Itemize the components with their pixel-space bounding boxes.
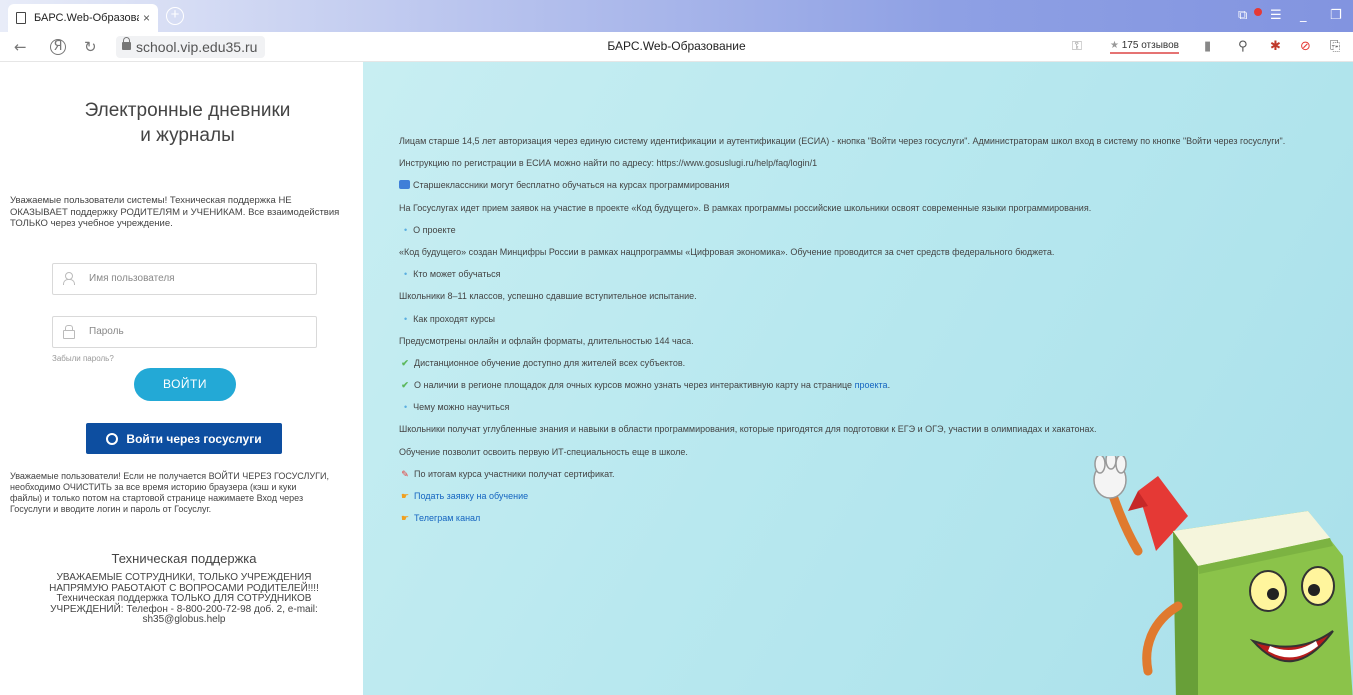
student-emoji-icon xyxy=(399,180,410,190)
info-bullet: • О проекте xyxy=(399,225,1349,247)
reviews-link[interactable]: ★ 175 отзывов xyxy=(1110,40,1179,54)
gosuslugi-login-button[interactable]: Войти через госуслуги xyxy=(86,423,282,454)
password-field[interactable]: Пароль xyxy=(52,316,317,348)
telegram-link[interactable]: Телеграм канал xyxy=(414,513,480,523)
bullet-text: Кто может обучаться xyxy=(413,269,501,280)
star-icon: ★ xyxy=(1110,40,1119,51)
bookmark-icon[interactable]: ▮ xyxy=(1204,39,1211,54)
info-line: На Госуслугах идет прием заявок на участ… xyxy=(399,202,1092,213)
info-bullet: • Как проходят курсы xyxy=(399,314,1349,336)
password-key-icon[interactable]: ⚿ xyxy=(1072,39,1082,54)
url-field[interactable]: school.vip.edu35.ru xyxy=(116,36,266,58)
info-line: Инструкцию по регистрации в ЕСИА можно н… xyxy=(399,158,818,169)
info-line: Школьники 8–11 классов, успешно сдавшие … xyxy=(399,291,697,302)
tabs-list-icon[interactable]: ⧉ xyxy=(1238,8,1247,23)
bug-extension-icon[interactable]: ✱ xyxy=(1270,39,1281,54)
address-bar: ← Я ↻ school.vip.edu35.ru БАРС.Web-Образ… xyxy=(0,32,1353,62)
info-line: ✔ Дистанционное обучение доступно для жит… xyxy=(399,358,1349,380)
reload-icon[interactable]: ↻ xyxy=(84,38,97,56)
document-icon xyxy=(16,12,26,24)
password-placeholder: Пароль xyxy=(89,326,124,337)
brand-line-1: Электронные дневники xyxy=(84,100,291,121)
bullet-icon: • xyxy=(404,313,408,324)
adblock-icon[interactable]: ⊘ xyxy=(1300,39,1311,54)
info-line: Школьники получат углубленные знания и н… xyxy=(399,424,1097,435)
info-line: Лицам старше 14,5 лет авторизация через … xyxy=(399,136,1286,146)
gosuslugi-notice: Уважаемые пользователи! Если не получает… xyxy=(10,471,329,514)
info-bullet: • Чему можно научиться xyxy=(399,402,1349,424)
support-contacts: УВАЖАЕМЫЕ СОТРУДНИКИ, ТОЛЬКО УЧРЕЖДЕНИЯ … xyxy=(49,572,319,625)
menu-icon[interactable]: ☰ xyxy=(1270,8,1282,23)
tab-close-icon[interactable]: × xyxy=(143,11,150,25)
pointing-hand-icon: ☛ xyxy=(400,491,410,501)
info-text: Старшеклассники могут бесплатно обучатьс… xyxy=(413,180,730,191)
info-line: Предусмотрены онлайн и офлайн форматы, д… xyxy=(399,335,694,346)
username-field[interactable]: Имя пользователя xyxy=(52,263,317,295)
login-panel: Электронные дневники и журналы Уважаемые… xyxy=(0,62,363,695)
translate-icon[interactable]: ⎘ xyxy=(1330,39,1340,54)
check-icon: ✔ xyxy=(401,380,409,391)
browser-tab-bar: БАРС.Web-Образован × + ⧉ ☰ _ ❐ xyxy=(0,0,1353,32)
yandex-icon[interactable]: Я xyxy=(50,39,66,55)
info-bullet: • Кто может обучаться xyxy=(399,269,1349,291)
back-icon[interactable]: ← xyxy=(14,38,27,56)
browser-tab[interactable]: БАРС.Web-Образован × xyxy=(8,4,158,32)
username-placeholder: Имя пользователя xyxy=(89,273,175,284)
user-icon xyxy=(63,272,75,285)
bullet-text: Чему можно научиться xyxy=(413,402,510,413)
info-panel: Лицам старше 14,5 лет авторизация через … xyxy=(363,62,1353,695)
lock-icon xyxy=(63,325,75,339)
brand-title: Электронные дневники и журналы xyxy=(0,98,375,148)
login-button[interactable]: ВОЙТИ xyxy=(134,368,236,401)
info-line: ✔ О наличии в регионе площадок для очных … xyxy=(399,380,1349,402)
bullet-icon: • xyxy=(404,269,408,280)
project-link[interactable]: проекта xyxy=(855,380,888,390)
notification-dot xyxy=(1254,8,1262,16)
support-title: Техническая поддержка xyxy=(111,551,257,566)
tab-title: БАРС.Web-Образован xyxy=(34,12,139,24)
apply-link[interactable]: Подать заявку на обучение xyxy=(414,491,528,501)
reviews-text: 175 отзывов xyxy=(1121,40,1179,51)
minimize-icon[interactable]: _ xyxy=(1300,8,1307,23)
lock-icon xyxy=(122,37,131,50)
info-text: По итогам курса участники получат сертиф… xyxy=(414,468,615,479)
forgot-password-link[interactable]: Забыли пароль? xyxy=(52,354,114,363)
support-notice: Уважаемые пользователи системы! Техничес… xyxy=(10,195,340,229)
info-line: «Код будущего» создан Минцифры России в … xyxy=(399,246,1055,257)
bullet-icon: • xyxy=(404,224,408,235)
book-mascot-image xyxy=(1093,456,1353,695)
brand-line-2: и журналы xyxy=(140,125,235,146)
pin-icon: ✎ xyxy=(401,468,409,479)
check-icon: ✔ xyxy=(401,357,409,368)
pointing-hand-icon: ☛ xyxy=(400,513,410,524)
info-text: О наличии в регионе площадок для очных к… xyxy=(414,380,853,391)
bullet-icon: • xyxy=(404,402,408,413)
restore-icon[interactable]: ❐ xyxy=(1330,8,1342,23)
url-text: school.vip.edu35.ru xyxy=(136,39,258,55)
bullet-text: Как проходят курсы xyxy=(413,313,495,324)
gosuslugi-label: Войти через госуслуги xyxy=(126,431,262,446)
new-tab-button[interactable]: + xyxy=(166,7,184,25)
info-line: Старшеклассники могут бесплатно обучатьс… xyxy=(399,180,1349,202)
extension-search-icon[interactable]: ⚲ xyxy=(1238,39,1248,54)
info-text: Дистанционное обучение доступно для жите… xyxy=(414,357,686,368)
info-text: . xyxy=(887,380,891,391)
gosuslugi-icon xyxy=(106,432,119,445)
bullet-text: О проекте xyxy=(413,224,456,235)
